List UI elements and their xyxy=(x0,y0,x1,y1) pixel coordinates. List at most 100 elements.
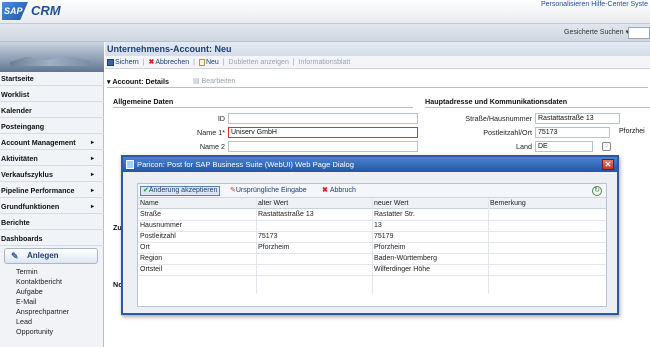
crm-logo-text: CRM xyxy=(31,3,61,18)
table-cell[interactable]: 13 xyxy=(372,221,488,231)
table-cell[interactable]: 75179 xyxy=(372,232,488,242)
table-cell[interactable] xyxy=(488,232,606,242)
nav-item-label: Berichte xyxy=(1,218,30,227)
cancel-button[interactable]: Abbrechen xyxy=(155,59,189,66)
postal-field[interactable]: 75173 xyxy=(535,127,610,138)
table-cell[interactable]: Hausnummer xyxy=(138,221,256,231)
table-cell[interactable]: Region xyxy=(138,254,256,264)
nav-item-label: Kalender xyxy=(1,106,32,115)
refresh-icon[interactable]: ↻ xyxy=(592,186,602,196)
create-item[interactable]: Kontaktbericht xyxy=(16,277,62,286)
dialog-content: ✔Änderung akzeptieren ✎Ursprüngliche Ein… xyxy=(137,183,607,307)
table-cell[interactable] xyxy=(256,254,372,264)
nav-item-label: Aktivitäten xyxy=(1,154,38,163)
save-button[interactable]: Sichern xyxy=(115,59,139,66)
table-cell[interactable]: Pforzheim xyxy=(372,243,488,253)
column-header-name: Name xyxy=(138,198,256,209)
nav-item-label: Worklist xyxy=(1,90,30,99)
dialog-toolbar: ✔Änderung akzeptieren ✎Ursprüngliche Ein… xyxy=(138,184,606,198)
table-cell[interactable] xyxy=(488,221,606,231)
header-links[interactable]: Personalisieren Hilfe-Center Syste xyxy=(541,1,648,8)
nav-item[interactable]: Verkaufszyklus ▸ xyxy=(0,168,104,182)
nav-item[interactable]: Pipeline Performance ▸ xyxy=(0,184,104,198)
name1-label: Name 1* xyxy=(197,128,225,137)
nav-item[interactable]: Berichte xyxy=(0,216,104,230)
table-cell[interactable] xyxy=(256,221,372,231)
saved-searches-input[interactable] xyxy=(628,27,650,39)
table-cell[interactable]: Baden-Württemberg xyxy=(372,254,488,264)
table-cell[interactable] xyxy=(488,210,606,220)
abort-button[interactable]: ✖ Abbruch xyxy=(322,184,356,198)
chevron-right-icon: ▸ xyxy=(90,172,94,178)
table-cell[interactable]: Rastattastraße 13 xyxy=(256,210,372,220)
dialog-window-icon xyxy=(126,160,134,169)
name2-label: Name 2 xyxy=(199,142,225,151)
table-cell[interactable] xyxy=(488,243,606,253)
section-header-account-details[interactable]: ▾ Account: Details xyxy=(107,76,648,88)
country-field[interactable]: DE xyxy=(535,141,593,152)
table-cell[interactable]: Straße xyxy=(138,210,256,220)
edit-icon: ▤ xyxy=(193,78,202,85)
nav-item[interactable]: Posteingang xyxy=(0,120,104,134)
create-group-header[interactable]: ✎ Anlegen xyxy=(4,248,98,264)
name2-field[interactable] xyxy=(228,141,418,152)
value-help-icon[interactable]: ◌ xyxy=(602,142,611,151)
nav-item[interactable]: Grundfunktionen ▸ xyxy=(0,200,104,214)
table-cell[interactable]: Ort xyxy=(138,243,256,253)
table-cell[interactable]: 75173 xyxy=(256,232,372,242)
navigation-bar: Startseite Worklist Kalender Posteingang Acc… xyxy=(0,42,104,347)
chevron-right-icon: ▸ xyxy=(90,156,94,162)
original-input-button[interactable]: ✎Ursprüngliche Eingabe xyxy=(230,184,307,198)
name1-field[interactable]: Uniserv GmbH xyxy=(228,127,418,138)
dialog-title: Paricon: Post for SAP Business Suite (We… xyxy=(123,157,617,172)
table-cell[interactable]: Postleitzahl xyxy=(138,232,256,242)
page-title: Unternehmens-Account: Neu xyxy=(105,42,650,56)
id-label: ID xyxy=(217,114,225,123)
accept-change-button[interactable]: ✔Änderung akzeptieren xyxy=(140,186,221,196)
nav-item-label: Pipeline Performance xyxy=(1,186,75,195)
create-item[interactable]: Opportunity xyxy=(16,327,53,336)
nav-item[interactable]: Startseite xyxy=(0,72,104,86)
table-cell[interactable] xyxy=(488,265,606,275)
table-cell[interactable]: Rastatter Str. xyxy=(372,210,488,220)
column-header-remark: Bemerkung xyxy=(488,198,606,209)
column-header-new-value: neuer Wert xyxy=(372,198,488,209)
create-item[interactable]: Aufgabe xyxy=(16,287,43,296)
dialog-close-button[interactable]: ✕ xyxy=(602,159,614,170)
sap-logo: SAP xyxy=(2,2,28,20)
create-item[interactable]: Termin xyxy=(16,267,38,276)
chevron-right-icon: ▸ xyxy=(90,204,94,210)
table-cell[interactable] xyxy=(256,265,372,275)
table-cell[interactable] xyxy=(488,254,606,264)
id-field[interactable] xyxy=(228,113,418,124)
street-field[interactable]: Rastattastraße 13 xyxy=(535,113,620,124)
create-item[interactable]: E-Mail xyxy=(16,297,36,306)
city-field[interactable]: Pforzhei xyxy=(617,127,650,138)
create-item[interactable]: Lead xyxy=(16,317,32,326)
nav-item[interactable]: Dashboards xyxy=(0,232,104,246)
paricon-dialog: Paricon: Post for SAP Business Suite (We… xyxy=(121,155,619,315)
country-label: Land xyxy=(516,142,532,151)
create-item[interactable]: Ansprechpartner xyxy=(16,307,69,316)
action-toolbar: Sichern | ✖Abbrechen | Neu | Dubletten a… xyxy=(105,56,650,69)
table-cell[interactable]: Ortsteil xyxy=(138,265,256,275)
new-button[interactable]: Neu xyxy=(206,59,219,66)
nav-item[interactable]: Kalender xyxy=(0,104,104,118)
pencil-icon: ✎ xyxy=(11,251,19,261)
nav-item-label: Posteingang xyxy=(1,122,45,131)
saved-searches-dropdown[interactable]: Gesicherte Suchen ▾ xyxy=(564,28,629,36)
info-sheet-button[interactable]: Informationsblatt xyxy=(299,59,351,66)
column-header-old-value: alter Wert xyxy=(256,198,372,209)
search-bar: Gesicherte Suchen ▾ xyxy=(0,24,650,42)
general-data-header: Allgemeine Daten xyxy=(113,97,413,108)
nav-item[interactable]: Aktivitäten ▸ xyxy=(0,152,104,166)
show-duplicates-button[interactable]: Dubletten anzeigen xyxy=(229,59,289,66)
save-icon xyxy=(107,59,114,66)
sap-crm-logo: SAP CRM xyxy=(2,2,66,20)
create-group-label: Anlegen xyxy=(27,251,59,260)
table-cell[interactable]: Pforzheim xyxy=(256,243,372,253)
nav-item[interactable]: Worklist xyxy=(0,88,104,102)
edit-button[interactable]: ▤ Bearbeiten xyxy=(193,76,235,88)
nav-item[interactable]: Account Management ▸ xyxy=(0,136,104,150)
table-cell[interactable]: Wilferdinger Höhe xyxy=(372,265,488,275)
